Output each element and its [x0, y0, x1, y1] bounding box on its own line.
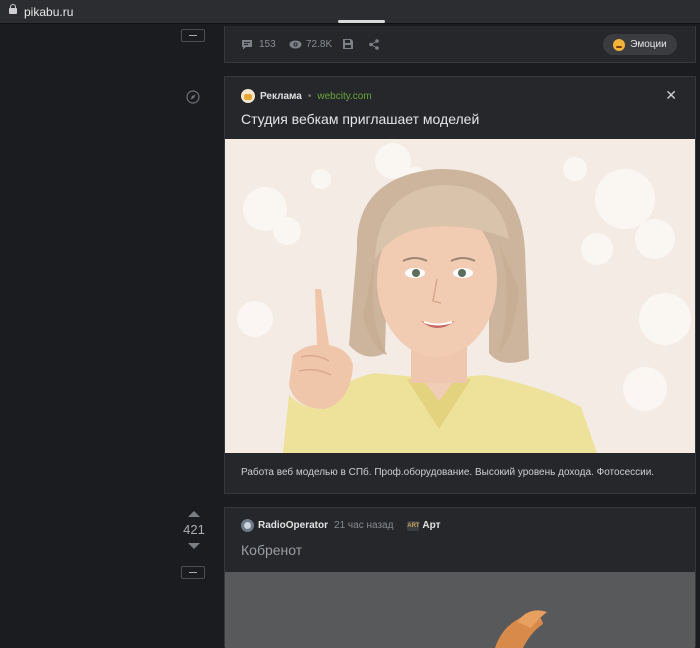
- tab-scroll-indicator: [338, 20, 385, 23]
- views-stat: 72.8K: [289, 39, 332, 50]
- comments-stat[interactable]: 153: [241, 39, 276, 50]
- ad-card[interactable]: Реклама • webcity.com ✕ Студия вебкам пр…: [224, 76, 696, 494]
- vote-up-icon[interactable]: [188, 511, 200, 517]
- url-text[interactable]: pikabu.ru: [24, 5, 73, 19]
- ad-header: Реклама • webcity.com: [241, 89, 372, 103]
- compass-icon[interactable]: [186, 90, 200, 104]
- share-button[interactable]: [369, 39, 379, 50]
- avatar[interactable]: [241, 519, 254, 532]
- save-button[interactable]: [343, 39, 353, 49]
- post-time: 21 час назад: [334, 520, 394, 531]
- ad-title[interactable]: Студия вебкам приглашает моделей: [241, 111, 479, 127]
- comments-count: 153: [259, 39, 276, 50]
- emotions-button[interactable]: Эмоции: [603, 34, 677, 55]
- post-title[interactable]: Кобренот: [241, 542, 302, 558]
- lock-icon: [9, 4, 17, 16]
- comments-icon: [242, 40, 252, 50]
- ad-avatar: [241, 89, 255, 103]
- art-icon: ART: [407, 520, 420, 531]
- post-header: RadioOperator 21 час назад ART Арт: [241, 519, 441, 532]
- woman-portrait-illustration: [225, 139, 695, 453]
- emoji-icon: [613, 38, 626, 51]
- post-author[interactable]: RadioOperator: [258, 520, 328, 531]
- ad-site-link[interactable]: webcity.com: [317, 91, 371, 102]
- post-rating: 421: [183, 522, 205, 537]
- views-count: 72.8K: [306, 39, 333, 50]
- share-icon: [369, 39, 379, 50]
- separator-dot: •: [307, 90, 312, 102]
- minus-icon: [189, 572, 197, 573]
- previous-post-footer: 153 72.8K Эмоции: [224, 26, 696, 63]
- minus-icon: [189, 35, 197, 36]
- save-icon: [343, 39, 353, 49]
- community-name: Арт: [422, 520, 441, 531]
- post-card[interactable]: RadioOperator 21 час назад ART Арт Кобре…: [224, 507, 696, 648]
- ad-image[interactable]: [225, 139, 695, 453]
- post-image[interactable]: [225, 572, 695, 648]
- ad-description: Работа веб моделью в СПб. Проф.оборудова…: [241, 467, 655, 478]
- collapse-post-button[interactable]: [181, 29, 205, 42]
- collapse-post-button[interactable]: [181, 566, 205, 579]
- community-tag[interactable]: ART Арт: [407, 520, 440, 531]
- ad-label: Реклама: [260, 90, 302, 102]
- eye-icon: [289, 40, 302, 49]
- vote-down-icon[interactable]: [188, 543, 200, 549]
- emotions-label: Эмоции: [630, 39, 667, 50]
- cobra-art-image: [225, 572, 695, 648]
- close-icon[interactable]: ✕: [665, 88, 677, 102]
